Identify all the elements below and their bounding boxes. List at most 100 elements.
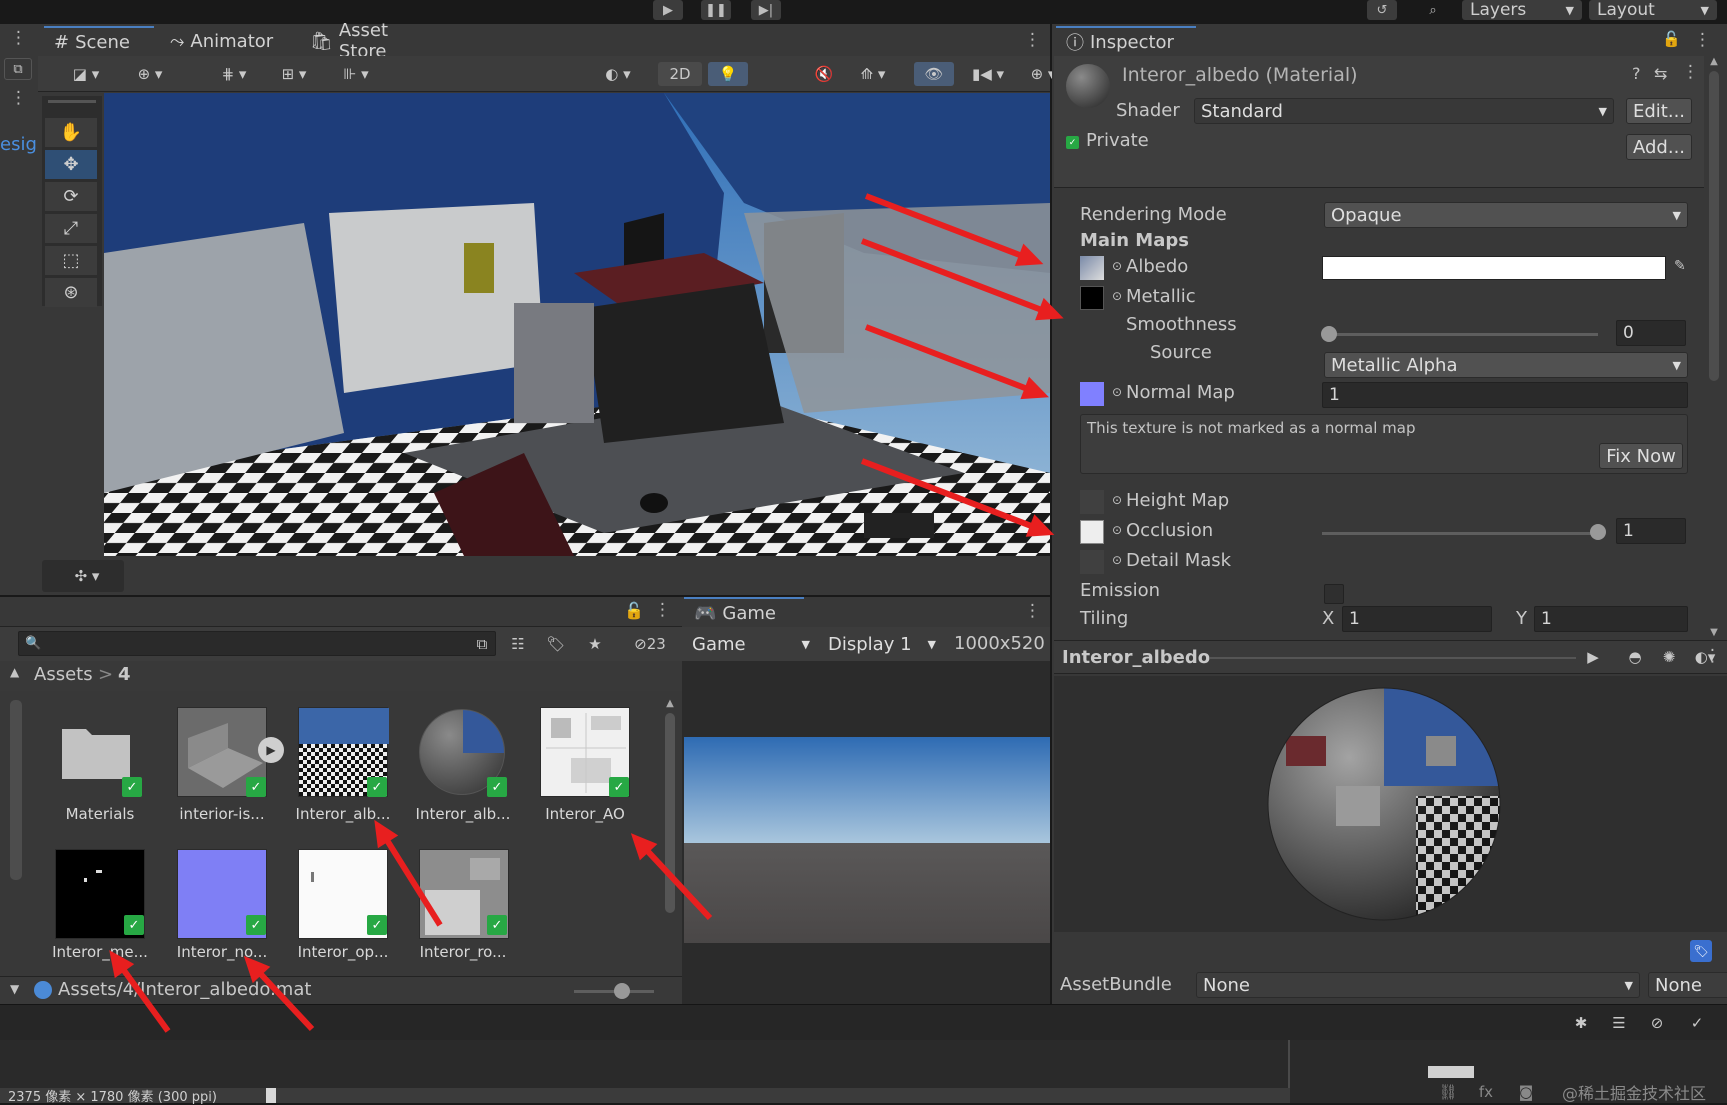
game-view[interactable] [682,661,1050,1004]
emission-checkbox[interactable] [1324,584,1344,604]
smoothness-knob[interactable] [1321,326,1337,342]
object-picker-icon[interactable]: ⊙ [1112,289,1122,303]
mode-2d-button[interactable]: 2D [658,62,702,86]
layers-stack-icon[interactable]: ☰ [1604,1011,1634,1035]
layout-dropdown[interactable]: Layout ▼ [1589,0,1717,20]
object-picker-icon[interactable]: ⊙ [1112,553,1122,567]
fx-icon[interactable]: fx [1474,1080,1498,1104]
play-preview-icon[interactable]: ▶ [1578,645,1608,669]
hierarchy-item[interactable]: esig [0,134,37,155]
asset-scrollbar[interactable]: ▲ [664,698,676,948]
label-icon[interactable]: 🏷 [1690,940,1712,962]
resolution-label[interactable]: 1000x520 [954,633,1045,654]
smoothness-slider[interactable] [1328,333,1598,336]
kebab-icon[interactable]: ⋮ [654,600,671,620]
occlusion-slider[interactable] [1322,532,1604,535]
object-picker-icon[interactable]: ⊙ [1112,523,1122,537]
hand-tool-icon[interactable]: ✋ [45,118,97,147]
object-picker-icon[interactable]: ⊙ [1112,259,1122,273]
smoothness-field[interactable]: 0 [1616,320,1686,346]
visibility-icon[interactable]: 👁 [914,62,954,86]
private-checkbox[interactable]: ✓ [1066,136,1079,149]
rotate-tool-icon[interactable]: ⟳ [45,182,97,211]
tree-scrollbar[interactable] [10,700,22,880]
kebab-icon[interactable]: ⋮ [1682,62,1699,82]
metallic-swatch[interactable] [1080,286,1104,310]
camera-icon[interactable]: ▮◀ ▾ [963,62,1013,86]
tab-inspector[interactable]: ⓘ Inspector [1056,26,1196,56]
layers-dropdown[interactable]: Layers ▼ [1462,0,1582,20]
lock-icon[interactable]: 🔓 [624,601,644,620]
global-icon[interactable]: ⊕ ▾ [126,62,174,86]
scale-tool-icon[interactable]: ⤢ [45,214,97,243]
lock-icon[interactable]: ⧉ [4,58,32,80]
display-dropdown[interactable]: Display 1 ▼ [822,631,942,657]
normal-map-swatch[interactable] [1080,382,1104,406]
pause-icon[interactable]: ❚❚ [701,0,731,20]
play-icon[interactable]: ▶ [653,0,683,20]
collapse-icon[interactable]: ▼ [10,982,19,996]
audio-icon[interactable]: 🔇 [806,62,842,86]
occlusion-swatch[interactable] [1080,520,1104,544]
object-picker-icon[interactable]: ⊙ [1112,385,1122,399]
object-picker-icon[interactable]: ⊙ [1112,493,1122,507]
collapse-icon[interactable]: ▲ [10,665,19,679]
move-tool-icon[interactable]: ✥ [45,150,97,179]
tab-asset-store[interactable]: 🛍 Asset Store [300,20,440,62]
material-preview[interactable] [1054,676,1727,932]
lock-icon[interactable]: 🔓 [1662,30,1681,48]
kebab-icon[interactable]: ⋮ [10,28,27,48]
pivot-icon[interactable]: ✣ ▾ [62,564,112,588]
link-icon[interactable]: ⛓ [1436,1080,1460,1104]
presets-icon[interactable]: ⇆ [1654,64,1667,83]
kebab-icon[interactable]: ⋮ [1024,30,1041,50]
breadcrumb-root[interactable]: Assets [34,664,93,685]
albedo-swatch[interactable] [1080,256,1104,280]
kebab-icon[interactable]: ⋮ [1694,30,1711,50]
rect-tool-icon[interactable]: ⬚ [45,246,97,275]
transform-tool-icon[interactable]: ⊛ [45,278,97,307]
add-button[interactable]: Add... [1626,134,1692,160]
filter-type-icon[interactable]: ☷ [504,632,532,656]
tab-scene[interactable]: # Scene [44,26,154,56]
mask-icon[interactable]: ◙ [1514,1080,1538,1104]
normal-map-scale-field[interactable]: 1 [1322,382,1688,408]
ruler-icon[interactable]: ⊪ ▾ [332,62,380,86]
occlusion-knob[interactable] [1590,524,1606,540]
fix-now-button[interactable]: Fix Now [1599,443,1683,469]
tab-game[interactable]: 🎮 Game [684,597,804,627]
debug-icon[interactable]: ⊘ [1642,1011,1672,1035]
kebab-icon[interactable]: ⋮ [10,88,27,108]
search-icon[interactable]: ⌕ [1418,0,1448,20]
inspector-scrollbar[interactable]: ▲ ▼ [1706,56,1722,638]
history-icon[interactable]: ↺ [1367,0,1397,20]
bug-icon[interactable]: ✱ [1566,1011,1596,1035]
rendering-mode-dropdown[interactable]: Opaque ▼ [1324,202,1688,228]
thumbnail-size-knob[interactable] [614,983,630,999]
tiling-x-field[interactable]: 1 [1342,606,1492,632]
source-dropdown[interactable]: Metallic Alpha ▼ [1324,352,1688,378]
search-by-type-icon[interactable]: ⧉ [468,632,496,656]
preview-light-icon[interactable]: ✺ [1654,645,1684,669]
edit-shader-button[interactable]: Edit... [1626,98,1692,124]
tiling-y-field[interactable]: 1 [1534,606,1688,632]
effects-icon[interactable]: ⟰ ▾ [846,62,900,86]
grid-snap-icon[interactable]: ⋕ ▾ [210,62,258,86]
albedo-color-field[interactable] [1322,256,1666,280]
search-input[interactable]: 🔍 [18,631,496,656]
snap-increment-icon[interactable]: ⊞ ▾ [270,62,318,86]
height-map-swatch[interactable] [1080,490,1104,514]
kebab-icon[interactable]: ⋮ [1024,601,1041,621]
help-icon[interactable]: ? [1632,64,1641,83]
draw-mode-icon[interactable]: ◪ ▾ [62,62,110,86]
game-mode-dropdown[interactable]: Game ▼ [686,631,816,657]
tab-animator[interactable]: ⤳ Animator [160,26,290,56]
assetbundle-dropdown[interactable]: None ▼ [1196,972,1640,998]
scene-viewport[interactable] [104,93,1050,556]
shading-mode-icon[interactable]: ◐ ▾ [594,62,642,86]
lighting-icon[interactable]: 💡 [708,62,748,86]
label-icon[interactable]: 🏷 [542,632,570,656]
breadcrumb-folder[interactable]: 4 [118,664,131,685]
ok-status-icon[interactable]: ✓ [1682,1011,1712,1035]
detail-mask-swatch[interactable] [1080,550,1104,574]
